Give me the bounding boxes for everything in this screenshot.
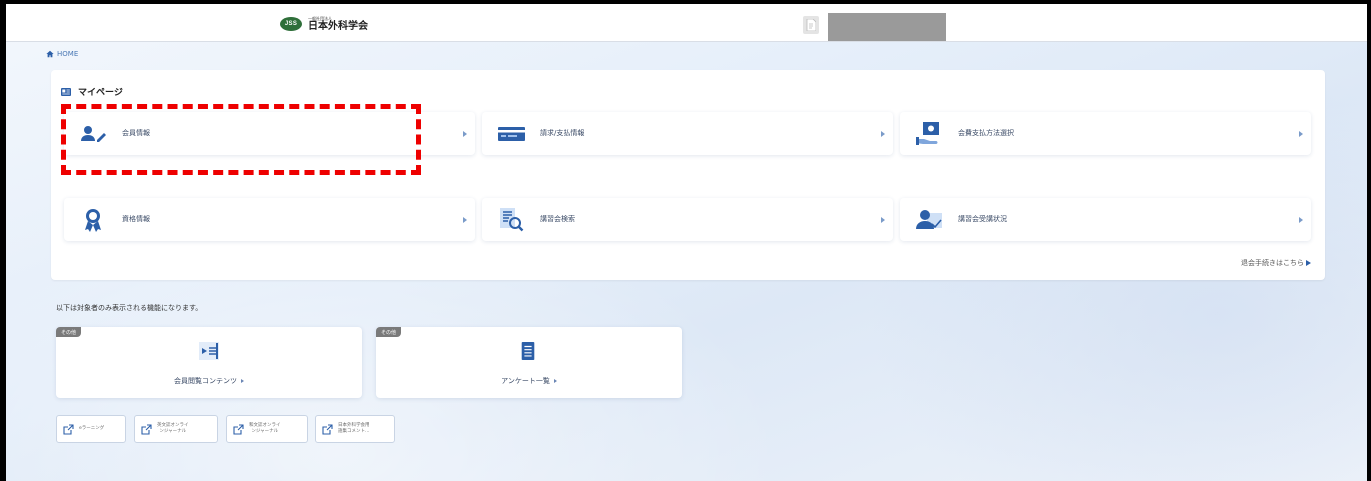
external-link-elearning[interactable]: eラーニング xyxy=(56,415,126,443)
external-link-icon xyxy=(63,423,74,435)
id-card-icon xyxy=(61,87,71,96)
site-logo[interactable]: JSS 一般社団法人 日本外科学会 xyxy=(280,15,368,33)
chevron-right-icon xyxy=(463,131,467,137)
withdraw-link[interactable]: 退会手続きはこちら xyxy=(1241,258,1311,268)
external-link-label: 日本外科学会用 語集コメント… xyxy=(338,422,370,434)
category-badge: その他 xyxy=(376,327,402,337)
external-link-glossary-comment[interactable]: 日本外科学会用 語集コメント… xyxy=(315,415,395,443)
external-link-label: 英文誌オンライ ンジャーナル xyxy=(157,422,189,434)
mypage-title: マイページ xyxy=(61,85,123,98)
document-search-icon xyxy=(500,208,524,232)
redacted-user-name xyxy=(828,13,946,41)
external-link-english-journal[interactable]: 英文誌オンライ ンジャーナル xyxy=(134,415,218,443)
card-qualification-info[interactable]: 資格情報 xyxy=(64,198,475,241)
breadcrumb-home[interactable]: HOME xyxy=(57,50,78,58)
external-link-icon xyxy=(322,423,333,435)
attendee-check-icon xyxy=(916,210,942,229)
external-link-icon xyxy=(233,423,244,435)
breadcrumb[interactable]: HOME xyxy=(46,50,78,58)
card-label: 会員閲覧コンテンツ xyxy=(56,376,362,386)
mypage-panel: マイページ 会員情報 請求/支払情報 会費支払方法選択 資格情報 講習会検索 講… xyxy=(51,70,1325,280)
chevron-right-icon xyxy=(553,379,557,383)
logo-title: 日本外科学会 xyxy=(308,20,368,32)
logo-subtitle: 一般社団法人 xyxy=(308,15,332,21)
card-label: 請求/支払情報 xyxy=(540,129,585,137)
chevron-right-icon xyxy=(881,217,885,223)
survey-list-icon xyxy=(521,342,535,360)
video-list-icon xyxy=(199,342,219,360)
external-link-japanese-journal[interactable]: 和文誌オンライ ンジャーナル xyxy=(226,415,308,443)
logo-text: 一般社団法人 日本外科学会 xyxy=(308,15,368,32)
card-member-content[interactable]: その他 会員閲覧コンテンツ xyxy=(56,327,362,398)
card-survey-list[interactable]: その他 アンケート一覧 xyxy=(376,327,682,398)
card-label: 講習会検索 xyxy=(540,215,575,223)
home-icon xyxy=(46,50,54,58)
card-label-text: アンケート一覧 xyxy=(501,377,550,385)
card-label-text: 会員閲覧コンテンツ xyxy=(174,377,237,385)
highlight-dashed-box xyxy=(61,104,421,175)
card-label: 会費支払方法選択 xyxy=(958,129,1014,137)
logo-badge: JSS xyxy=(280,17,302,31)
card-label: アンケート一覧 xyxy=(376,376,682,386)
card-seminar-attendance[interactable]: 講習会受講状況 xyxy=(900,198,1311,241)
user-document-icon[interactable] xyxy=(803,16,819,34)
award-ribbon-icon xyxy=(85,209,101,232)
site-header: JSS 一般社団法人 日本外科学会 xyxy=(6,4,1367,42)
external-link-label: eラーニング xyxy=(79,425,105,431)
card-label: 資格情報 xyxy=(122,215,150,223)
triangle-right-icon xyxy=(1306,260,1311,266)
card-payment-method[interactable]: 会費支払方法選択 xyxy=(900,112,1311,155)
chevron-right-icon xyxy=(463,217,467,223)
chevron-right-icon xyxy=(1299,131,1303,137)
chevron-right-icon xyxy=(1299,217,1303,223)
card-billing-info[interactable]: 請求/支払情報 xyxy=(482,112,893,155)
category-badge: その他 xyxy=(56,327,82,337)
external-link-label: 和文誌オンライ ンジャーナル xyxy=(249,422,281,434)
mypage-title-text: マイページ xyxy=(78,88,123,98)
restricted-features-notice: 以下は対象者のみ表示される機能になります。 xyxy=(56,304,203,312)
payment-hand-icon xyxy=(916,122,939,145)
chevron-right-icon xyxy=(881,131,885,137)
card-seminar-search[interactable]: 講習会検索 xyxy=(482,198,893,241)
chevron-right-icon xyxy=(241,379,244,383)
app-window: JSS 一般社団法人 日本外科学会 HOME マイページ 会員情報 請求/支払情… xyxy=(6,4,1367,481)
card-label: 講習会受講状況 xyxy=(958,215,1007,223)
external-link-icon xyxy=(141,423,152,435)
credit-card-icon xyxy=(498,127,525,141)
withdraw-link-text[interactable]: 退会手続きはこちら xyxy=(1241,258,1304,268)
